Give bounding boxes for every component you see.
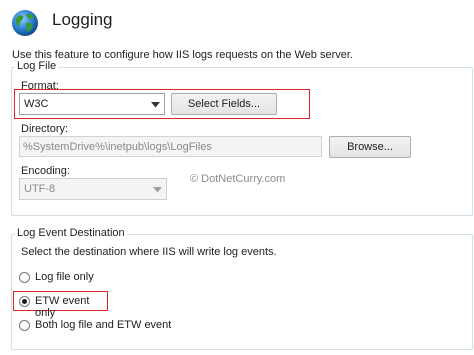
page-title: Logging: [52, 10, 113, 29]
format-select-value: W3C: [24, 98, 49, 110]
chevron-down-icon: [152, 184, 162, 196]
directory-label: Directory:: [21, 123, 69, 135]
radio-label: Both log file and ETW event: [35, 319, 172, 331]
radio-button[interactable]: [19, 272, 30, 283]
encoding-label: Encoding:: [21, 165, 70, 177]
log-file-group-label: Log File: [15, 60, 59, 72]
radio-button-selected[interactable]: [19, 296, 30, 307]
log-event-instruction: Select the destination where IIS will wr…: [21, 246, 277, 258]
radio-log-file-only[interactable]: Log file only: [19, 271, 159, 285]
browse-button[interactable]: Browse...: [329, 136, 411, 158]
format-select[interactable]: W3C: [19, 93, 165, 115]
globe-icon: [10, 8, 40, 38]
radio-both-log-file-and-etw[interactable]: Both log file and ETW event: [19, 319, 219, 333]
log-event-group-label: Log Event Destination: [15, 227, 127, 239]
encoding-select[interactable]: UTF-8: [19, 178, 167, 200]
watermark-text: © DotNetCurry.com: [190, 173, 286, 185]
radio-label: ETW event only: [35, 295, 90, 319]
radio-etw-event-only[interactable]: ETW event only: [19, 295, 107, 319]
radio-button[interactable]: [19, 320, 30, 331]
page-description: Use this feature to configure how IIS lo…: [12, 49, 353, 61]
select-fields-button[interactable]: Select Fields...: [171, 93, 277, 115]
encoding-select-value: UTF-8: [24, 183, 56, 195]
radio-label: Log file only: [35, 271, 94, 283]
chevron-down-icon: [150, 99, 160, 111]
directory-input[interactable]: %SystemDrive%\inetpub\logs\LogFiles: [19, 136, 322, 157]
